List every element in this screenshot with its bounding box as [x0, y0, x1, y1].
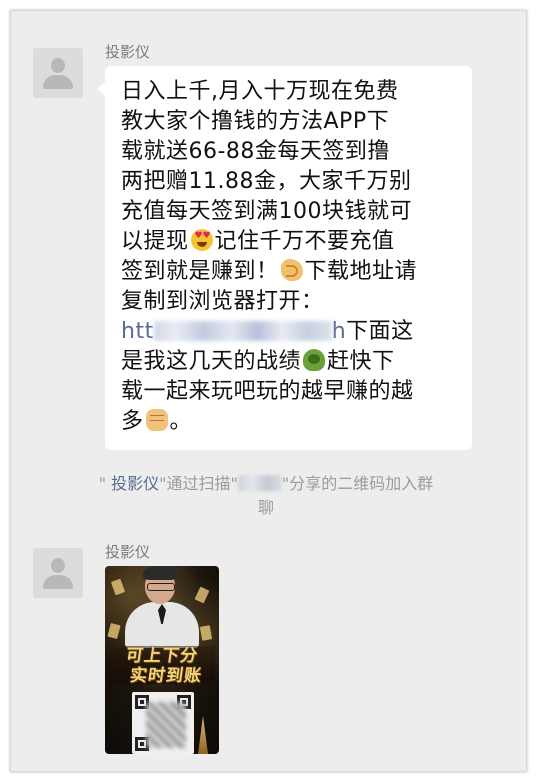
avatar-shoulders-shape: [43, 75, 73, 89]
poster-headline: 可上下分: [124, 646, 200, 666]
avatar[interactable]: [33, 548, 83, 598]
blurred-url-redaction: [153, 321, 332, 341]
message-text: 下载地址请: [304, 259, 418, 284]
blurred-qr-redaction: [146, 702, 186, 748]
pointing-hand-emoji-icon: [280, 259, 303, 281]
message-line: 多。: [121, 407, 458, 437]
image-message[interactable]: 可上下分 实时到账: [105, 566, 219, 754]
message-line: 教大家个撸钱的方法APP下: [121, 109, 390, 134]
message-line: 以提现记住千万不要充值: [121, 227, 458, 257]
message-line: 日入上千,月入十万现在免费: [121, 79, 399, 104]
blurred-name-redaction: [237, 475, 282, 491]
message-text: 以提现: [121, 229, 189, 254]
message-line: 是我这几天的战绩 赶快下: [121, 347, 458, 377]
message-text: 记住千万不要充值: [214, 229, 395, 254]
fist-emoji-icon: [145, 409, 168, 431]
turtle-emoji-icon: [303, 349, 326, 371]
poster-subheadline: 实时到账: [128, 666, 204, 686]
chat-window: 投影仪 日入上千,月入十万现在免费 教大家个撸钱的方法APP下 载就送66-88…: [10, 10, 527, 772]
avatar[interactable]: [33, 48, 83, 98]
download-link[interactable]: htt h: [121, 319, 346, 344]
message-text: 赶快下: [327, 349, 395, 374]
sender-name: 投影仪: [105, 43, 151, 61]
qr-code: [132, 692, 194, 754]
message-text: 多: [121, 409, 144, 434]
text-message-bubble[interactable]: 日入上千,月入十万现在免费 教大家个撸钱的方法APP下 载就送66-88金每天签…: [97, 66, 472, 450]
message-text: 签到就是赚到！: [121, 259, 279, 284]
avatar-head-shape: [51, 58, 65, 73]
message-line: htt h下面这: [121, 317, 458, 347]
message-line: 载就送66-88金每天签到撸: [121, 139, 390, 164]
heart-eyes-emoji-icon: [190, 229, 213, 251]
message-text: 下面这: [346, 319, 414, 344]
avatar-shoulders-shape: [43, 575, 73, 589]
message-text: 是我这几天的战绩: [121, 349, 302, 374]
person-glasses: [147, 583, 175, 591]
message-line: 载一起来玩吧玩的越早赚的越: [121, 379, 414, 404]
system-join-notice: " 投影仪"通过扫描" "分享的二维码加入群 聊: [98, 474, 434, 517]
message-line: 充值每天签到满100块钱就可: [121, 199, 412, 224]
message-line: 签到就是赚到！ 下载地址请: [121, 257, 458, 287]
system-user-link[interactable]: 投影仪: [111, 474, 159, 493]
message-text: 。: [169, 409, 193, 434]
avatar-head-shape: [51, 558, 65, 573]
person-hair: [143, 566, 177, 580]
message-line: 两把赠11.88金，大家千万别: [121, 169, 412, 194]
message-line: 复制到浏览器打开：: [121, 289, 324, 314]
sender-name: 投影仪: [105, 543, 151, 561]
